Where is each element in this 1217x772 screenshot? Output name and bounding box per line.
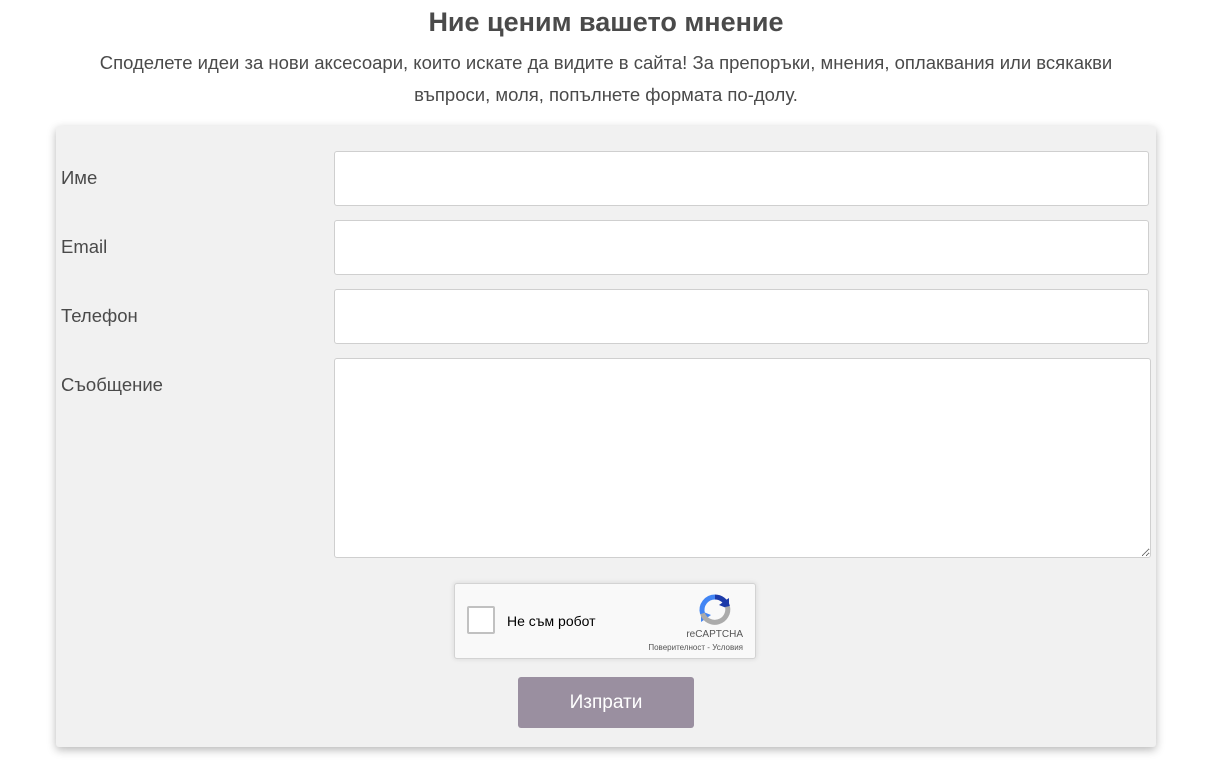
- email-field[interactable]: [334, 220, 1149, 275]
- page-intro-text: Споделете идеи за нови аксесоари, които …: [99, 52, 1113, 105]
- message-field[interactable]: [334, 358, 1151, 558]
- submit-button[interactable]: Изпрати: [518, 677, 694, 728]
- phone-field[interactable]: [334, 289, 1149, 344]
- name-label: Име: [61, 167, 98, 188]
- recaptcha-widget: Не съм робот reCAPTCHA Поверителност - У…: [454, 583, 756, 659]
- recaptcha-links: Поверителност - Условия: [648, 643, 743, 653]
- recaptcha-links-separator: -: [707, 643, 710, 652]
- feedback-page: Ние ценим вашето мнение Споделете идеи з…: [0, 0, 1217, 772]
- phone-label: Телефон: [61, 305, 138, 326]
- email-label: Email: [61, 236, 108, 257]
- message-label: Съобщение: [61, 374, 163, 395]
- feedback-form: Име Email Телефон Съобщение Не съм робот…: [56, 126, 1156, 747]
- page-title: Ние ценим вашето мнение: [428, 7, 784, 37]
- recaptcha-label: Не съм робот: [507, 613, 596, 629]
- recaptcha-terms-link[interactable]: Условия: [712, 643, 743, 652]
- recaptcha-privacy-link[interactable]: Поверителност: [648, 643, 705, 652]
- recaptcha-checkbox[interactable]: [467, 606, 495, 634]
- name-field[interactable]: [334, 151, 1149, 206]
- recaptcha-logo-icon: [699, 594, 731, 625]
- recaptcha-brand: reCAPTCHA: [686, 629, 743, 640]
